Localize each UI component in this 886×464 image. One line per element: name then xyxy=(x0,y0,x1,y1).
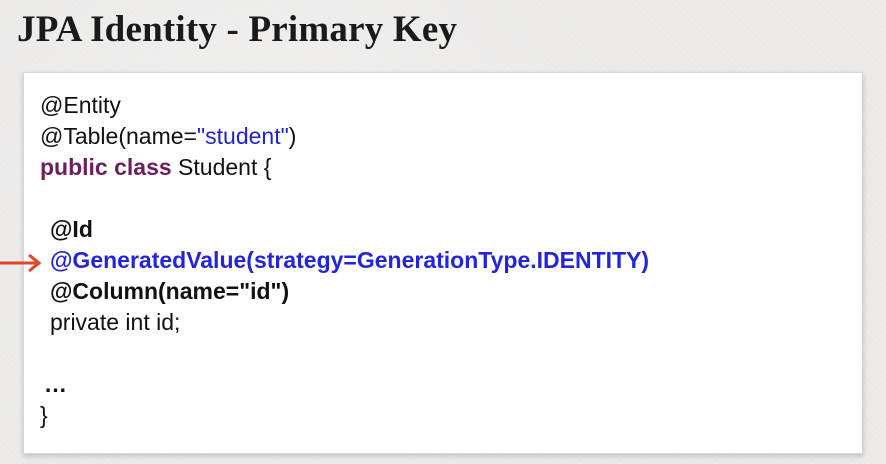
table-annotation: @Table(name= xyxy=(40,123,197,149)
code-block: @Entity @Table(name="student") public cl… xyxy=(40,90,649,431)
code-line-generated-value: @GeneratedValue(strategy=GenerationType.… xyxy=(50,247,650,273)
code-line-field: private int id; xyxy=(50,309,181,335)
code-line-id-annotation: @Id xyxy=(50,216,93,242)
code-line-ellipsis: … xyxy=(44,371,67,397)
code-line-entity: @Entity xyxy=(40,92,121,118)
code-line-table: @Table(name="student") xyxy=(40,121,649,152)
arrow-right-icon xyxy=(0,253,42,273)
code-line-closing-brace: } xyxy=(40,402,48,428)
class-name: Student { xyxy=(171,154,272,180)
table-annotation-close: ) xyxy=(288,123,297,149)
code-line-class-declaration: public class Student { xyxy=(40,152,649,183)
code-line-column-annotation: @Column(name="id") xyxy=(50,278,290,304)
table-name-string: "student" xyxy=(196,123,289,149)
slide-title: JPA Identity - Primary Key xyxy=(17,9,458,50)
class-keyword: public class xyxy=(40,154,172,180)
code-panel: @Entity @Table(name="student") public cl… xyxy=(23,72,863,454)
